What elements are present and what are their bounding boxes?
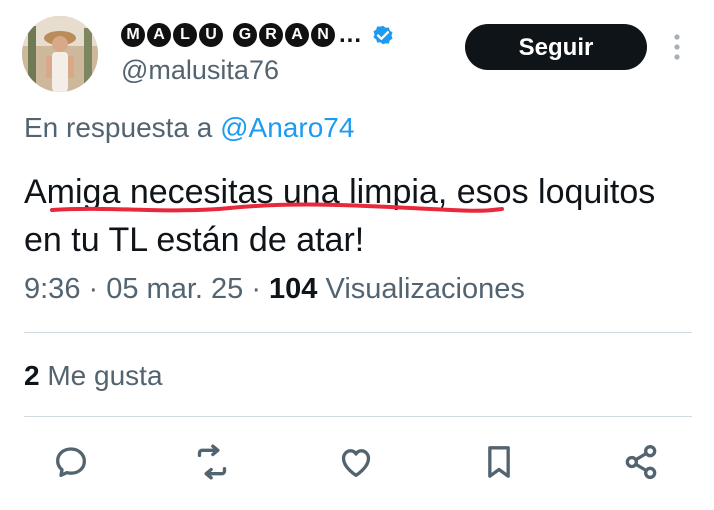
verified-badge-icon xyxy=(373,25,393,45)
avatar-image xyxy=(22,16,98,92)
tweet-detail: M A L U G R A N ... @malusita76 Seguir E… xyxy=(0,0,714,510)
name-letter: G xyxy=(233,23,257,47)
meta-separator: · xyxy=(251,273,270,305)
avatar[interactable] xyxy=(22,16,98,92)
share-icon[interactable] xyxy=(621,442,661,482)
name-letter: N xyxy=(311,23,335,47)
tweet-metadata: 9:36 · 05 mar. 25 · 104 Visualizaciones xyxy=(24,273,525,306)
reply-prefix: En respuesta a xyxy=(24,112,213,143)
divider xyxy=(24,416,692,417)
bookmark-icon[interactable] xyxy=(479,442,519,482)
name-letter: R xyxy=(259,23,283,47)
name-letter: A xyxy=(147,23,171,47)
user-handle[interactable]: @malusita76 xyxy=(121,55,279,86)
meta-separator: · xyxy=(88,273,107,305)
retweet-icon[interactable] xyxy=(192,442,232,482)
tweet-time[interactable]: 9:36 xyxy=(24,273,80,305)
likes-summary[interactable]: 2 Me gusta xyxy=(24,360,163,392)
red-underline-annotation xyxy=(50,202,504,213)
more-options-icon[interactable] xyxy=(668,30,686,64)
like-icon[interactable] xyxy=(336,442,376,482)
views-label: Visualizaciones xyxy=(325,273,525,305)
follow-button[interactable]: Seguir xyxy=(465,24,647,70)
reply-context: En respuesta a @Anaro74 xyxy=(24,112,354,144)
name-letter: A xyxy=(285,23,309,47)
reply-mention-link[interactable]: @Anaro74 xyxy=(220,112,354,143)
reply-icon[interactable] xyxy=(51,442,91,482)
name-letter: M xyxy=(121,23,145,47)
name-letter: L xyxy=(173,23,197,47)
name-ellipsis: ... xyxy=(339,21,363,48)
likes-count: 2 xyxy=(24,360,40,391)
views-count: 104 xyxy=(269,273,318,305)
name-letter: U xyxy=(199,23,223,47)
divider xyxy=(24,332,692,333)
likes-label: Me gusta xyxy=(47,360,163,391)
tweet-date[interactable]: 05 mar. 25 xyxy=(106,273,243,305)
display-name[interactable]: M A L U G R A N ... xyxy=(121,20,396,50)
